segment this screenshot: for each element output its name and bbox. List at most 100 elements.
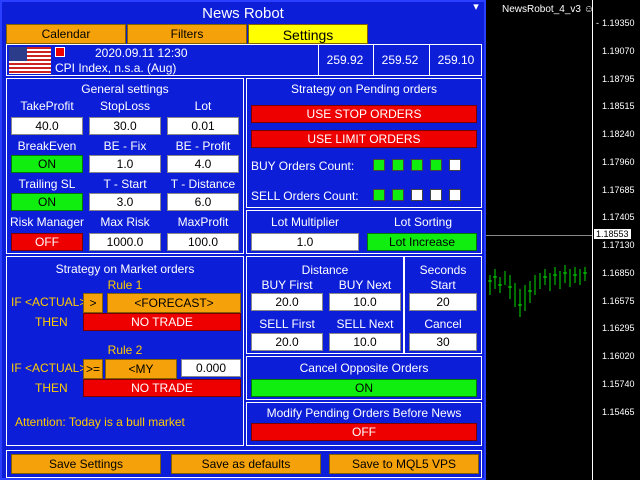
be-fix-label: BE - Fix — [103, 139, 147, 153]
price-ticks: - 1.19350 1.19070 1.18795 1.18515 1.1824… — [596, 0, 640, 480]
t-distance-input[interactable]: 6.0 — [167, 193, 239, 211]
use-limit-orders-button[interactable]: USE LIMIT ORDERS — [251, 130, 477, 148]
cancel-opposite-title: Cancel Opposite Orders — [299, 361, 429, 375]
rule2-operator-button[interactable]: >= — [83, 359, 103, 379]
general-settings-title: General settings — [81, 82, 169, 96]
seconds-title: Seconds — [419, 263, 467, 277]
close-icon[interactable]: ▾ — [470, 2, 482, 13]
buy-orders-count-selector[interactable] — [373, 159, 473, 173]
buy-first-label: BUY First — [261, 278, 313, 292]
count-box[interactable] — [430, 159, 442, 171]
indicator-name: NewsRobot_4_v3 — [502, 4, 581, 15]
count-box[interactable] — [373, 159, 385, 171]
sell-orders-count-label: SELL Orders Count: — [251, 189, 359, 203]
rule1-target-button[interactable]: <FORECAST> — [107, 293, 241, 313]
buy-next-input[interactable]: 10.0 — [329, 293, 401, 311]
count-box[interactable] — [449, 159, 461, 171]
risk-manager-toggle[interactable]: OFF — [11, 233, 83, 251]
rule1-action-button[interactable]: NO TRADE — [83, 313, 241, 331]
be-profit-label: BE - Profit — [175, 139, 231, 153]
t-distance-label: T - Distance — [170, 177, 236, 191]
take-profit-input[interactable]: 40.0 — [11, 117, 83, 135]
sell-next-input[interactable]: 10.0 — [329, 333, 401, 351]
rule1-then-label: THEN — [35, 315, 68, 329]
stop-loss-input[interactable]: 30.0 — [89, 117, 161, 135]
price-tick: 1.16575 — [602, 296, 635, 306]
sell-orders-count-selector[interactable] — [373, 189, 473, 203]
price-tick: 1.18795 — [602, 74, 635, 84]
buy-first-input[interactable]: 20.0 — [251, 293, 323, 311]
max-risk-input[interactable]: 1000.0 — [89, 233, 161, 251]
pending-orders-panel: Strategy on Pending orders USE STOP ORDE… — [246, 78, 482, 208]
price-tick: 1.15740 — [602, 379, 635, 389]
count-box[interactable] — [411, 189, 423, 201]
modify-pending-toggle[interactable]: OFF — [251, 423, 477, 441]
event-datetime: 2020.09.11 12:30 — [95, 46, 188, 60]
max-profit-input[interactable]: 100.0 — [167, 233, 239, 251]
price-tick: 1.18240 — [602, 129, 635, 139]
price-tick: 1.18515 — [602, 101, 635, 111]
sell-next-label: SELL Next — [336, 317, 394, 331]
lot-input[interactable]: 0.01 — [167, 117, 239, 135]
rule2-action-button[interactable]: NO TRADE — [83, 379, 241, 397]
event-forecast: 259.52 — [381, 53, 419, 67]
modify-pending-panel: Modify Pending Orders Before News OFF — [246, 402, 482, 446]
save-defaults-button[interactable]: Save as defaults — [171, 454, 321, 474]
rule2-then-label: THEN — [35, 381, 68, 395]
lot-multiplier-label: Lot Multiplier — [270, 215, 340, 229]
tab-calendar[interactable]: Calendar — [6, 24, 126, 44]
lot-label: Lot — [194, 99, 212, 113]
cancel-opposite-toggle[interactable]: ON — [251, 379, 477, 397]
be-profit-input[interactable]: 4.0 — [167, 155, 239, 173]
price-tick: 1.17130 — [602, 240, 635, 250]
price-tick: 1.19350 — [602, 18, 635, 28]
general-settings-panel: General settings TakeProfit StopLoss Lot… — [6, 78, 244, 254]
lot-multiplier-input[interactable]: 1.0 — [251, 233, 359, 251]
count-box[interactable] — [449, 189, 461, 201]
rule2-title: Rule 2 — [107, 343, 143, 357]
max-risk-label: Max Risk — [100, 215, 150, 229]
t-start-input[interactable]: 3.0 — [89, 193, 161, 211]
t-start-label: T - Start — [103, 177, 147, 191]
event-actual: 259.92 — [326, 53, 364, 67]
price-tick: 1.15465 — [602, 407, 635, 417]
lot-sorting-button[interactable]: Lot Increase — [367, 233, 477, 251]
count-box[interactable] — [392, 189, 404, 201]
save-settings-button[interactable]: Save Settings — [11, 454, 161, 474]
risk-manager-label: Risk Manager — [9, 215, 85, 229]
rule1-operator-button[interactable]: > — [83, 293, 103, 313]
candles — [488, 265, 587, 317]
breakeven-toggle[interactable]: ON — [11, 155, 83, 173]
market-orders-panel: Strategy on Market orders Rule 1 IF <ACT… — [6, 256, 244, 446]
tab-filters[interactable]: Filters — [127, 24, 247, 44]
sell-first-input[interactable]: 20.0 — [251, 333, 323, 351]
event-divider — [373, 45, 374, 75]
footer-bar: Save Settings Save as defaults Save to M… — [6, 450, 482, 478]
seconds-panel: Seconds Start 20 Cancel 30 — [404, 256, 482, 354]
price-tick: 1.17405 — [602, 212, 635, 222]
max-profit-label: MaxProfit — [177, 215, 229, 229]
count-box[interactable] — [411, 159, 423, 171]
use-stop-orders-button[interactable]: USE STOP ORDERS — [251, 105, 477, 123]
count-box[interactable] — [392, 159, 404, 171]
price-tick: 1.16020 — [602, 351, 635, 361]
price-tick: 1.17960 — [602, 157, 635, 167]
rule2-value-input[interactable]: 0.000 — [181, 359, 241, 377]
cancel-opposite-panel: Cancel Opposite Orders ON — [246, 356, 482, 400]
current-price-line — [486, 235, 592, 236]
be-fix-input[interactable]: 1.0 — [89, 155, 161, 173]
trailing-sl-label: Trailing SL — [18, 177, 76, 191]
tab-settings[interactable]: Settings — [248, 24, 368, 44]
count-box[interactable] — [373, 189, 385, 201]
count-box[interactable] — [430, 189, 442, 201]
window-title: News Robot — [202, 5, 284, 22]
distance-panel: Distance BUY First BUY Next 20.0 10.0 SE… — [246, 256, 404, 354]
seconds-cancel-input[interactable]: 30 — [409, 333, 477, 351]
trailing-toggle[interactable]: ON — [11, 193, 83, 211]
save-vps-button[interactable]: Save to MQL5 VPS — [329, 454, 479, 474]
price-tick: - — [596, 18, 599, 28]
seconds-start-input[interactable]: 20 — [409, 293, 477, 311]
event-divider — [318, 45, 319, 75]
robot-panel: News Robot ▾ Calendar Filters Settings 2… — [0, 0, 486, 480]
rule2-target-button[interactable]: <MY VALUE> — [105, 359, 177, 394]
